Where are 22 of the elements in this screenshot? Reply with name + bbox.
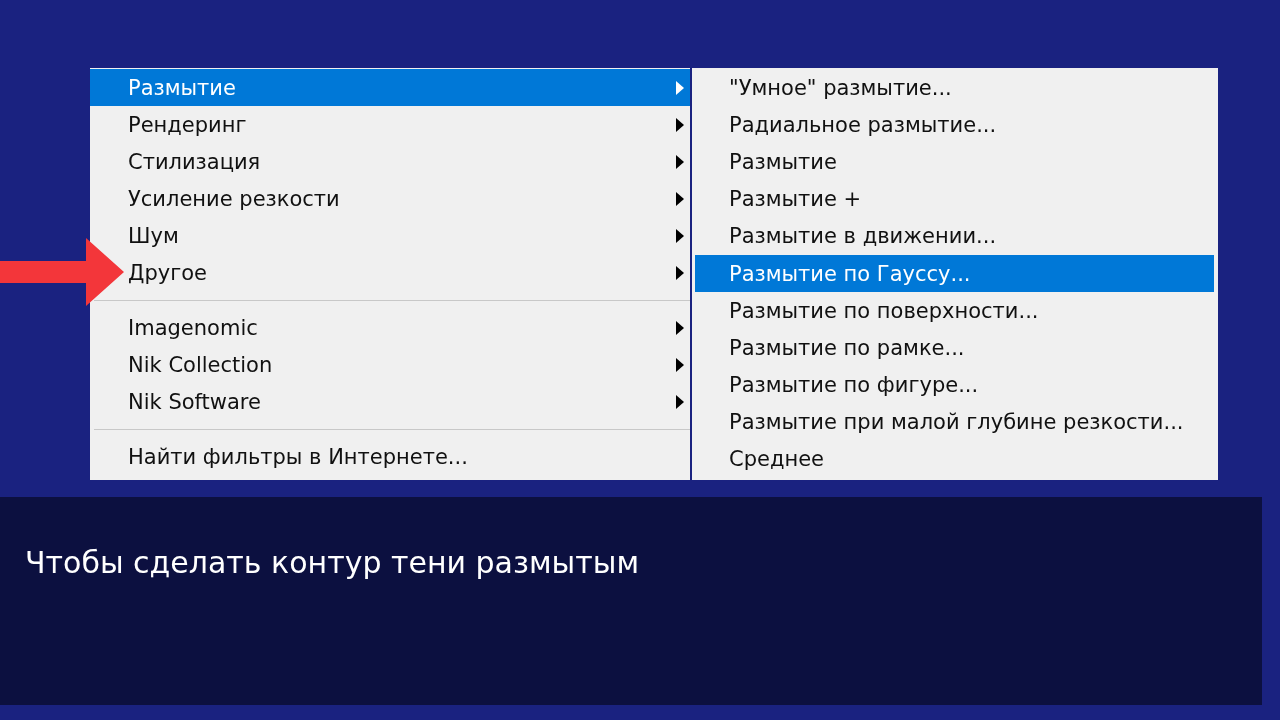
- menu-item[interactable]: Размытие по рамке...: [695, 329, 1214, 367]
- menu-item[interactable]: Nik Software: [126, 383, 690, 420]
- menu-item[interactable]: Размытие по поверхности...: [695, 292, 1214, 330]
- menu-item[interactable]: Найти фильтры в Интернете...: [126, 438, 690, 475]
- menu-item[interactable]: Среднее: [695, 440, 1214, 479]
- menu-item[interactable]: Nik Collection: [126, 346, 690, 383]
- menu-item[interactable]: "Умное" размытие...: [695, 69, 1214, 107]
- menu-item[interactable]: Размытие в движении...: [695, 217, 1214, 255]
- menu-item[interactable]: Imagenomic: [126, 309, 690, 346]
- menu-item[interactable]: Размытие при малой глубине резкости...: [695, 403, 1214, 441]
- menu-item[interactable]: Радиальное размытие...: [695, 106, 1214, 144]
- menu-item[interactable]: Усиление резкости: [126, 180, 690, 217]
- menu-item[interactable]: Рендеринг: [126, 106, 690, 143]
- menu-item[interactable]: Размытие +: [695, 180, 1214, 218]
- menu-item[interactable]: Размытие по Гауссу...: [695, 254, 1214, 293]
- menu-item[interactable]: Стилизация: [126, 143, 690, 180]
- arrow-icon: [0, 238, 124, 306]
- menu-item[interactable]: Размытие по фигуре...: [695, 366, 1214, 404]
- caption-text: Чтобы сделать контур тени размытым: [25, 545, 640, 580]
- menu-item[interactable]: Размытие: [695, 143, 1214, 181]
- menu-item[interactable]: Шум: [126, 217, 690, 254]
- menu-item[interactable]: Другое: [126, 254, 690, 291]
